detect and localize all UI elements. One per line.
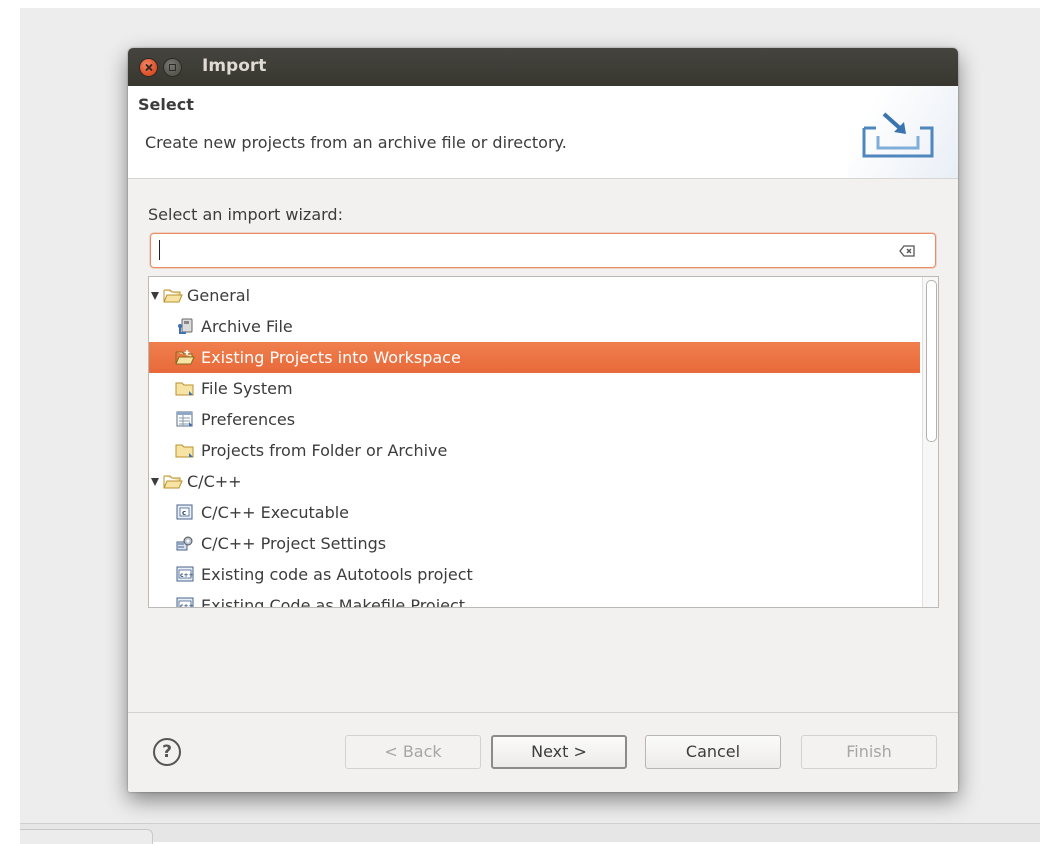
tree-item-cpp[interactable]: C/C++ bbox=[149, 466, 920, 497]
tree-item-cpp-project-settings[interactable]: C/C++ Project Settings bbox=[149, 528, 920, 559]
text-caret bbox=[159, 240, 160, 260]
tree-item-label: Existing code as Autotools project bbox=[201, 565, 473, 584]
tree-item-general[interactable]: General bbox=[149, 280, 920, 311]
svg-text:c++: c++ bbox=[180, 603, 194, 608]
expand-arrow-icon[interactable] bbox=[151, 292, 159, 300]
tree-scrollbar[interactable] bbox=[922, 277, 938, 607]
clear-filter-icon[interactable] bbox=[899, 245, 915, 257]
tree-item-makefile-project[interactable]: c++ Existing Code as Makefile Project bbox=[149, 590, 920, 608]
folder-open-icon bbox=[163, 289, 183, 303]
next-button[interactable]: Next > bbox=[491, 735, 627, 769]
button-bar-separator bbox=[128, 712, 958, 713]
tree-item-archive-file[interactable]: Archive File bbox=[149, 311, 920, 342]
archive-file-icon bbox=[178, 318, 193, 334]
wizard-header: Select Create new projects from an archi… bbox=[128, 86, 958, 179]
background-tab bbox=[20, 829, 153, 844]
import-dialog: Import Select Create new projects from a… bbox=[128, 48, 958, 792]
wizard-tree[interactable]: General Archive File Existing Projects i… bbox=[148, 276, 939, 608]
expand-arrow-icon[interactable] bbox=[151, 478, 159, 486]
filter-input[interactable] bbox=[157, 238, 877, 262]
background-status-area bbox=[20, 823, 1040, 842]
svg-text:c++: c++ bbox=[180, 572, 194, 579]
svg-text:c: c bbox=[182, 509, 186, 517]
tree-item-label: General bbox=[187, 286, 251, 305]
tree-item-label: File System bbox=[201, 379, 293, 398]
folder-icon bbox=[175, 444, 194, 458]
c-executable-icon: c bbox=[176, 504, 193, 520]
close-window-button[interactable] bbox=[140, 59, 157, 76]
tree-item-preferences[interactable]: Preferences bbox=[149, 404, 920, 435]
cancel-button[interactable]: Cancel bbox=[645, 735, 781, 769]
page-title: Select bbox=[138, 95, 194, 114]
finish-button[interactable]: Finish bbox=[801, 735, 937, 769]
tree-item-cpp-executable[interactable]: c C/C++ Executable bbox=[149, 497, 920, 528]
cpp-file-icon: c++ bbox=[176, 566, 194, 582]
window-title: Import bbox=[202, 56, 267, 76]
folder-open-icon bbox=[163, 475, 183, 489]
tree-item-label: Existing Projects into Workspace bbox=[201, 348, 461, 367]
tree-item-autotools-project[interactable]: c++ Existing code as Autotools project bbox=[149, 559, 920, 590]
settings-icon bbox=[176, 536, 193, 551]
back-button[interactable]: < Back bbox=[345, 735, 481, 769]
tree-item-label: Existing Code as Makefile Project bbox=[201, 596, 466, 608]
tree-item-existing-projects[interactable]: Existing Projects into Workspace bbox=[149, 342, 920, 373]
wizard-label: Select an import wizard: bbox=[148, 205, 343, 224]
tree-item-file-system[interactable]: File System bbox=[149, 373, 920, 404]
tree-item-label: C/C++ Project Settings bbox=[201, 534, 387, 553]
tree-item-label: Preferences bbox=[201, 410, 296, 429]
title-bar: Import bbox=[128, 48, 958, 86]
tree-item-label: Projects from Folder or Archive bbox=[201, 441, 448, 460]
folder-icon bbox=[175, 382, 194, 396]
filter-field[interactable] bbox=[150, 233, 936, 268]
import-wizard-icon bbox=[862, 112, 934, 158]
help-button[interactable]: ? bbox=[153, 738, 181, 766]
preferences-icon bbox=[176, 411, 193, 427]
tree-item-label: C/C++ Executable bbox=[201, 503, 350, 522]
tree-item-label: C/C++ bbox=[187, 472, 242, 491]
header-banner bbox=[848, 86, 958, 178]
scrollbar-thumb[interactable] bbox=[926, 280, 937, 442]
project-folder-icon bbox=[175, 350, 195, 365]
page-description: Create new projects from an archive file… bbox=[145, 133, 567, 152]
minimize-window-button[interactable] bbox=[164, 59, 181, 76]
tree-item-label: Archive File bbox=[201, 317, 293, 336]
cpp-file-icon: c++ bbox=[176, 597, 194, 608]
tree-item-projects-from-folder[interactable]: Projects from Folder or Archive bbox=[149, 435, 920, 466]
